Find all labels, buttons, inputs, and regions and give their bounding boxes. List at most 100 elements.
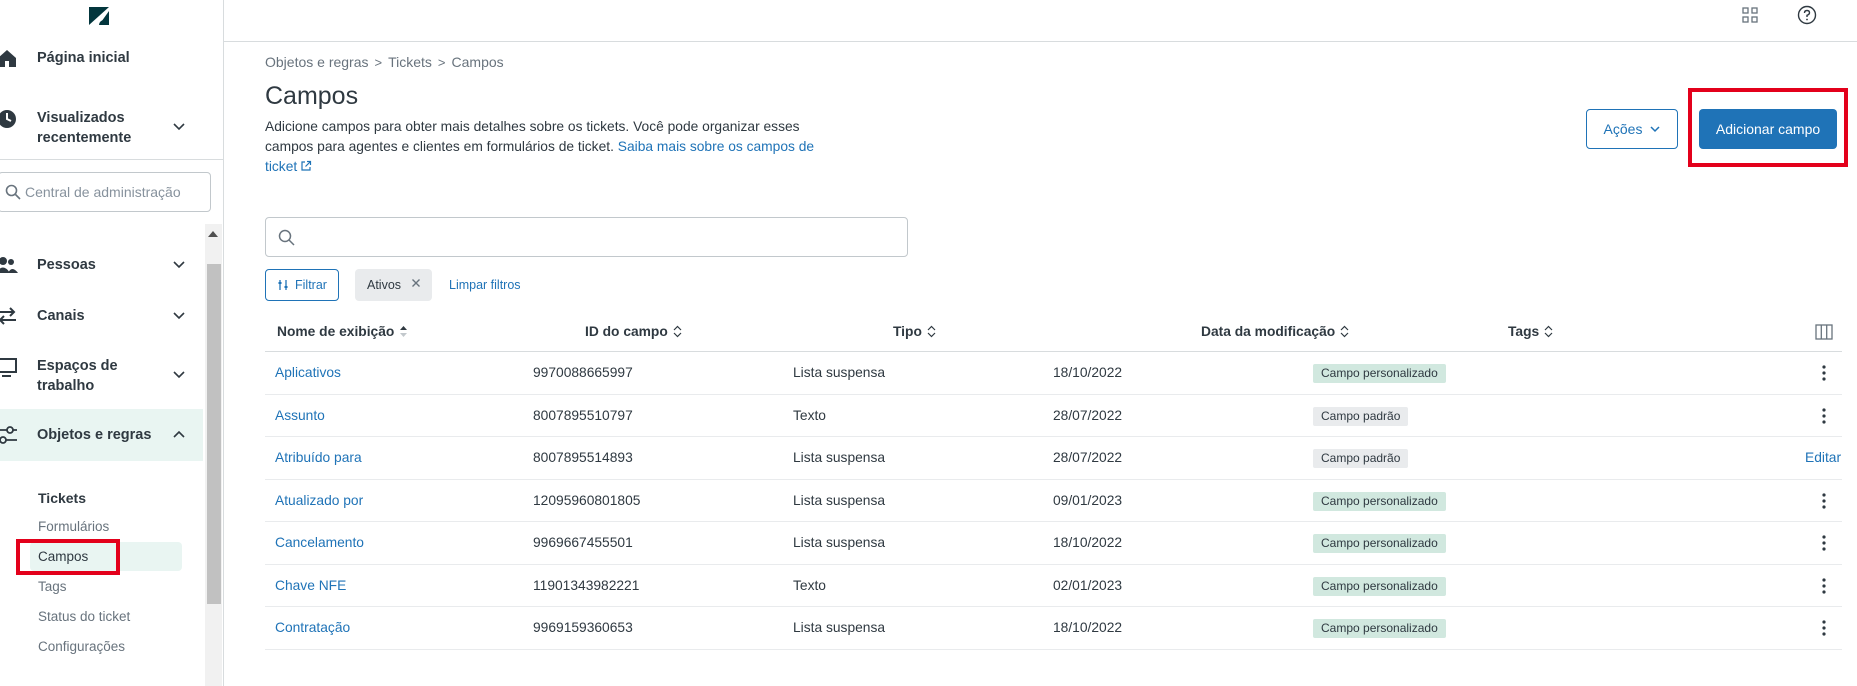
- page-description: Adicione campos para obter mais detalhes…: [265, 117, 825, 177]
- people-icon: [0, 257, 18, 273]
- zendesk-logo[interactable]: [86, 3, 112, 29]
- column-header-label: Tags: [1508, 324, 1540, 339]
- breadcrumb-separator: >: [437, 54, 446, 70]
- column-header-date[interactable]: Data da modificação: [1201, 324, 1349, 339]
- sidebar-item-label: Espaços de trabalho: [37, 358, 118, 394]
- scroll-up-arrow[interactable]: [208, 231, 218, 237]
- sidebar-item-label: Pessoas: [37, 257, 96, 273]
- kebab-menu-icon[interactable]: [1815, 364, 1833, 382]
- clear-filters-link[interactable]: Limpar filtros: [449, 278, 521, 292]
- kebab-menu-icon[interactable]: [1815, 534, 1833, 552]
- breadcrumb: Objetos e regras > Tickets > Campos: [265, 54, 504, 70]
- field-type: Lista suspensa: [793, 450, 886, 465]
- field-modified-date: 09/01/2023: [1053, 492, 1123, 508]
- sub-item-ticket-status[interactable]: Status do ticket: [38, 608, 130, 626]
- kebab-menu-icon[interactable]: [1815, 619, 1833, 637]
- sort-icon: [1544, 325, 1553, 338]
- chevron-up-icon: [173, 430, 185, 438]
- column-header-tags[interactable]: Tags: [1508, 324, 1553, 339]
- objects-rules-icon: [0, 426, 17, 444]
- chevron-down-icon: [173, 123, 185, 131]
- column-header-name[interactable]: Nome de exibição: [277, 324, 408, 339]
- breadcrumb-tickets[interactable]: Tickets: [388, 54, 432, 70]
- field-modified-date: 28/07/2022: [1053, 407, 1123, 423]
- field-modified-date: 18/10/2022: [1053, 535, 1123, 550]
- field-name-link[interactable]: Chave NFE: [275, 578, 346, 593]
- sidebar-item-workspaces[interactable]: Espaços de trabalho: [0, 356, 204, 398]
- field-tag-badge: Campo personalizado: [1313, 491, 1446, 511]
- field-name-link[interactable]: Atualizado por: [275, 493, 363, 508]
- field-name-link[interactable]: Cancelamento: [275, 535, 364, 550]
- breadcrumb-fields: Campos: [451, 54, 504, 70]
- field-tag-badge: Campo personalizado: [1313, 576, 1446, 596]
- field-type: Lista suspensa: [793, 492, 886, 508]
- field-id: 8007895510797: [533, 407, 633, 423]
- search-icon: [5, 184, 21, 200]
- sub-item-tags[interactable]: Tags: [38, 578, 67, 596]
- table-row[interactable]: Atualizado por 12095960801805 Lista suspen…: [265, 480, 1842, 522]
- sort-icon: [927, 325, 936, 338]
- column-header-id[interactable]: ID do campo: [585, 324, 682, 339]
- field-name-link[interactable]: Aplicativos: [275, 365, 341, 380]
- breadcrumb-objects-rules[interactable]: Objetos e regras: [265, 54, 369, 70]
- home-icon: [0, 50, 16, 67]
- table-row[interactable]: Aplicativos 9970088665997 Lista suspensa 18…: [265, 352, 1842, 395]
- kebab-menu-icon[interactable]: [1815, 577, 1833, 595]
- field-id: 9969159360653: [533, 620, 633, 635]
- field-name-link[interactable]: Atribuído para: [275, 450, 362, 465]
- sidebar-item-objects-rules[interactable]: Objetos e regras: [0, 424, 204, 446]
- sub-item-settings[interactable]: Configurações: [38, 638, 125, 656]
- table-row[interactable]: Cancelamento 9969667455501 Lista suspensa 1…: [265, 522, 1842, 565]
- chevron-down-icon: [173, 312, 185, 320]
- search-icon: [278, 229, 295, 246]
- field-type: Texto: [793, 577, 826, 593]
- table-row[interactable]: Contratação 9969159360653 Lista suspensa 18…: [265, 607, 1842, 650]
- field-name-link[interactable]: Contratação: [275, 620, 350, 635]
- sidebar-item-label: Objetos e regras: [37, 427, 152, 443]
- highlight-box-fields: [16, 539, 120, 575]
- fields-search-field[interactable]: [265, 217, 908, 257]
- sidebar-scrollbar-thumb[interactable]: [207, 264, 221, 604]
- sub-header-tickets: Tickets: [38, 490, 86, 506]
- highlight-box-add-field: [1688, 88, 1848, 167]
- active-filter-chip[interactable]: Ativos: [355, 269, 432, 301]
- admin-search-field[interactable]: [0, 172, 211, 212]
- external-link-icon: [301, 160, 312, 171]
- field-id: 9970088665997: [533, 365, 633, 380]
- column-header-type[interactable]: Tipo: [893, 324, 936, 339]
- kebab-menu-icon[interactable]: [1815, 492, 1833, 510]
- chevron-down-icon: [173, 371, 185, 379]
- sort-asc-icon: [400, 326, 408, 337]
- divider: [0, 159, 223, 160]
- fields-search-input[interactable]: [304, 227, 894, 249]
- column-header-label: Data da modificação: [1201, 324, 1336, 339]
- column-header-label: Tipo: [893, 324, 922, 339]
- field-modified-date: 02/01/2023: [1053, 577, 1123, 593]
- sub-item-forms[interactable]: Formulários: [38, 518, 109, 536]
- field-name-link[interactable]: Assunto: [275, 408, 325, 423]
- workspace-icon: [0, 358, 17, 377]
- kebab-menu-icon[interactable]: [1815, 407, 1833, 425]
- sidebar-item-recent[interactable]: Visualizados recentemente: [0, 108, 204, 150]
- apps-grid-icon[interactable]: [1742, 7, 1758, 23]
- columns-icon[interactable]: [1815, 324, 1833, 340]
- field-type: Lista suspensa: [793, 365, 886, 380]
- filter-icon: [278, 280, 288, 290]
- field-type: Lista suspensa: [793, 620, 886, 635]
- filter-label: Filtrar: [295, 278, 327, 292]
- sidebar-item-people[interactable]: Pessoas: [0, 254, 204, 276]
- filter-button[interactable]: Filtrar: [265, 269, 339, 301]
- close-icon[interactable]: [411, 278, 421, 288]
- table-row[interactable]: Atribuído para 8007895514893 Lista suspens…: [265, 437, 1842, 480]
- admin-search-input[interactable]: [25, 181, 205, 203]
- page-title: Campos: [265, 82, 359, 110]
- actions-button[interactable]: Ações: [1586, 109, 1678, 149]
- chevron-down-icon: [173, 261, 185, 269]
- field-tag-badge: Campo personalizado: [1313, 534, 1446, 553]
- table-row[interactable]: Chave NFE 11901343982221 Texto 02/01/2023 Ca…: [265, 565, 1842, 607]
- sidebar-item-home[interactable]: Página inicial: [0, 47, 204, 69]
- table-row[interactable]: Assunto 8007895510797 Texto 28/07/2022 Campo…: [265, 395, 1842, 437]
- help-icon[interactable]: [1797, 5, 1817, 25]
- sidebar-item-channels[interactable]: Canais: [0, 305, 204, 327]
- edit-link[interactable]: Editar: [1805, 450, 1841, 465]
